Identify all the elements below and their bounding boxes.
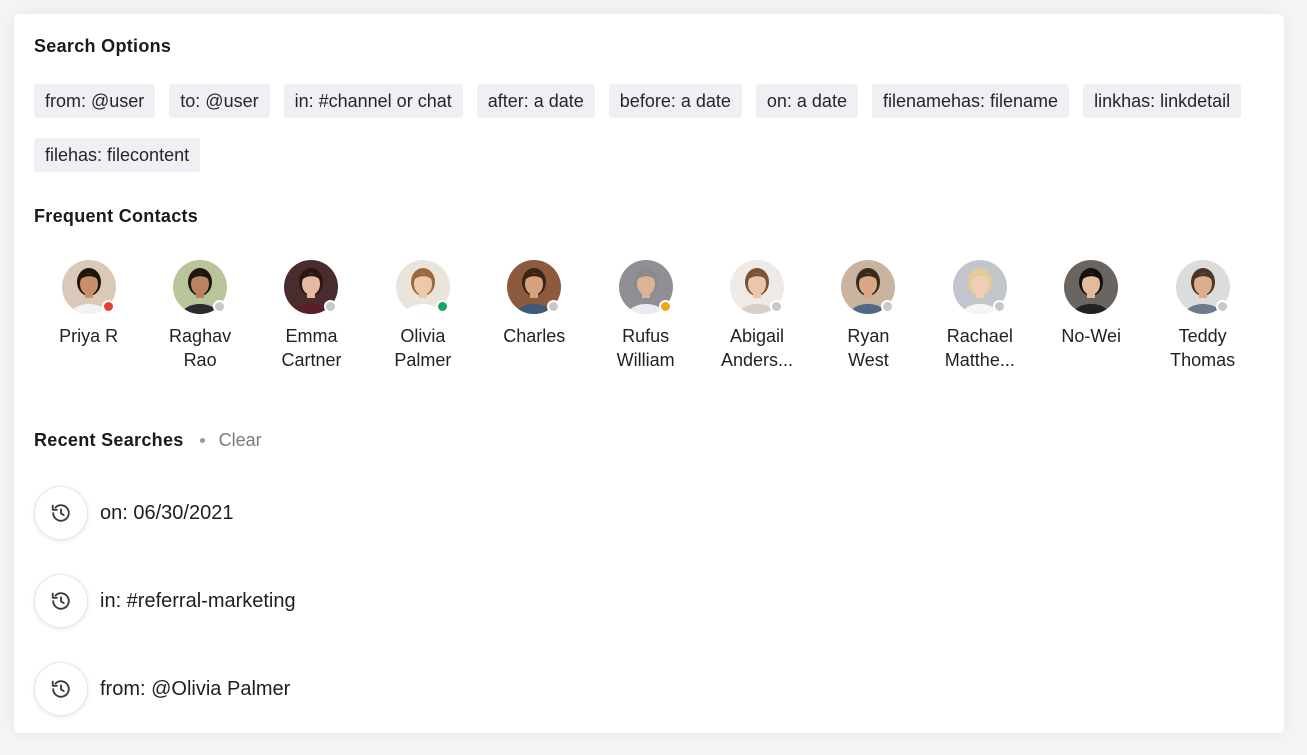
presence-status-dot [881,300,895,313]
chip-filenamehas[interactable]: filenamehas: filename [871,84,1070,118]
history-icon [34,486,88,540]
contact-name-line1: Ryan [847,326,890,346]
chip-on-date[interactable]: on: a date [755,84,858,118]
avatar [507,260,562,314]
contact-name-line2: Palmer [394,350,452,370]
presence-status-dot [658,300,672,313]
contact-name-line2: Cartner [281,350,342,370]
chip-before-date[interactable]: before: a date [608,84,742,118]
contact-name: Rufus William [596,324,696,372]
contact-item[interactable]: Olivia Palmer [367,260,478,372]
chip-filehas[interactable]: filehas: filecontent [34,138,201,172]
contact-name: No-Wei [1041,324,1141,348]
presence-status-dot [1215,300,1229,313]
frequent-contacts-title: Frequent Contacts [34,206,199,226]
history-icon [34,574,88,628]
contact-name: Teddy Thomas [1153,324,1253,372]
contact-name-line2: Matthe... [944,350,1015,370]
presence-status-dot [324,300,338,313]
contact-name-line1: Charles [503,326,566,346]
recent-search-item[interactable]: in: #referral-marketing [34,574,296,628]
recent-searches-title: Recent Searches [34,430,184,450]
recent-search-item[interactable]: on: 06/30/2021 [34,486,233,540]
search-options-chips: from: @user to: @user in: #channel or ch… [34,84,1274,172]
contact-name-line1: Rufus [622,326,670,346]
avatar [618,260,673,314]
contact-name: Olivia Palmer [373,324,473,372]
contact-item[interactable]: Teddy Thomas [1147,260,1258,372]
history-icon [34,662,88,716]
contact-name-line1: Rachael [946,326,1013,346]
chip-in-channel[interactable]: in: #channel or chat [283,84,463,118]
avatar-photo [1064,260,1119,314]
avatar [395,260,450,314]
contact-item[interactable]: Raghav Rao [144,260,255,372]
separator-dot [199,438,205,443]
contact-item[interactable]: Abigail Anders... [701,260,812,372]
contact-item[interactable]: Charles [479,260,590,372]
contact-name-line1: Emma [285,326,338,346]
presence-status-dot [101,300,115,313]
contact-item[interactable]: Emma Cartner [256,260,367,372]
contact-name-line1: Raghav [169,326,232,346]
recent-search-text: in: #referral-marketing [100,589,296,612]
contact-item[interactable]: Ryan West [813,260,924,372]
avatar [173,260,228,314]
recent-search-item[interactable]: from: @Olivia Palmer [34,662,290,716]
recent-search-text: from: @Olivia Palmer [100,677,291,700]
contact-name-line1: No-Wei [1061,326,1122,346]
avatar [841,260,896,314]
contact-name: Ryan West [818,324,918,372]
contact-name-line2: Anders... [721,350,794,370]
presence-status-dot [435,300,449,313]
chip-linkhas[interactable]: linkhas: linkdetail [1083,84,1242,118]
search-panel: Search Options from: @user to: @user in:… [14,14,1284,733]
contact-item[interactable]: Priya R [33,260,144,372]
contact-name: Raghav Rao [150,324,250,372]
chip-after-date[interactable]: after: a date [476,84,595,118]
contact-item[interactable]: No-Wei [1036,260,1147,372]
avatar [730,260,785,314]
recent-searches-header: Recent Searches Clear [34,430,262,451]
avatar [952,260,1007,314]
contact-item[interactable]: Rufus William [590,260,701,372]
contact-name-line1: Abigail [730,326,785,346]
frequent-contacts-list: Priya R Raghav Rao Emma Cartner Olivia P… [33,260,1258,372]
avatar [61,260,116,314]
contact-name-line2: Thomas [1170,350,1236,370]
contact-name-line2: West [848,350,889,370]
avatar [1175,260,1230,314]
chip-from-user[interactable]: from: @user [34,84,156,118]
presence-status-dot [547,300,561,313]
contact-name-line2: Rao [183,350,217,370]
contact-name: Abigail Anders... [707,324,807,372]
contact-name: Priya R [39,324,139,348]
avatar [284,260,339,314]
clear-recent-button[interactable]: Clear [219,430,262,451]
recent-search-text: on: 06/30/2021 [100,501,234,524]
contact-name: Emma Cartner [261,324,361,372]
search-options-title: Search Options [34,36,172,56]
presence-status-dot [770,300,784,313]
contact-name: Charles [484,324,584,348]
contact-name-line1: Olivia [400,326,446,346]
chip-to-user[interactable]: to: @user [169,84,270,118]
contact-name-line2: William [616,350,675,370]
presence-status-dot [992,300,1006,313]
contact-name-line1: Teddy [1178,326,1227,346]
avatar [1064,260,1119,314]
contact-name: Rachael Matthe... [930,324,1030,372]
contact-name-line1: Priya R [59,326,119,346]
contact-item[interactable]: Rachael Matthe... [924,260,1035,372]
presence-status-dot [213,300,227,313]
